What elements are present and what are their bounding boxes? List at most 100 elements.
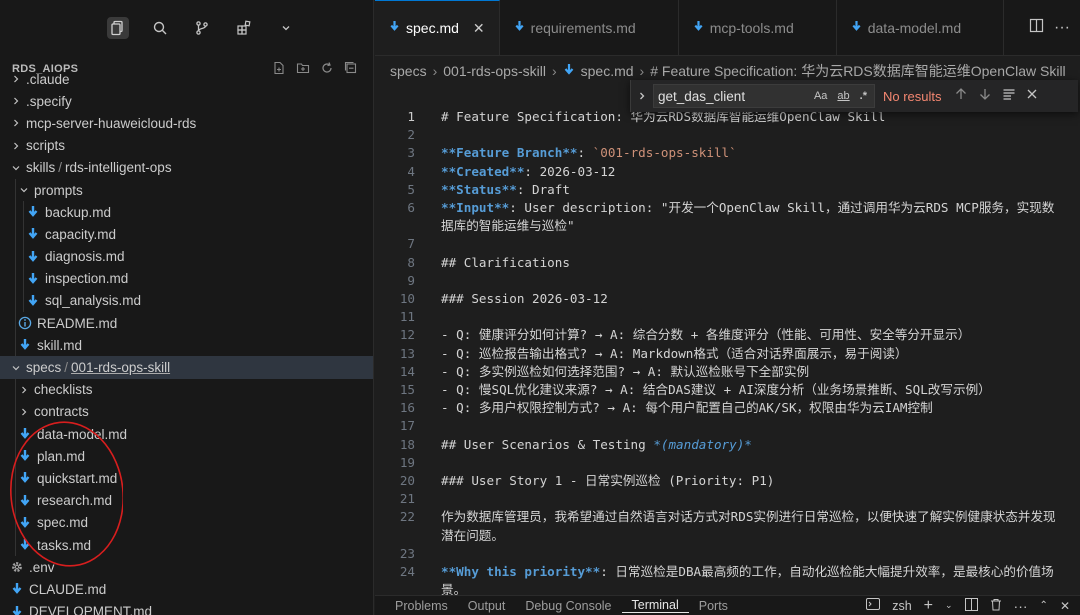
trash-icon[interactable] <box>990 598 1002 614</box>
more-actions-icon[interactable]: ··· <box>1014 599 1028 613</box>
split-terminal-icon[interactable] <box>964 597 978 614</box>
tree-item-label: data-model.md <box>37 426 128 442</box>
tree-item-label: sql_analysis.md <box>45 293 142 309</box>
tree-file-development-md[interactable]: DEVELOPMENT.md <box>0 601 373 615</box>
more-actions-icon[interactable]: ··· <box>1054 19 1070 36</box>
arrow-up-icon[interactable] <box>954 87 968 106</box>
tree-folder-scripts[interactable]: scripts <box>0 135 373 157</box>
markdown-file-icon <box>18 494 32 508</box>
split-editor-icon[interactable] <box>1029 18 1044 38</box>
indent-guide <box>15 289 16 313</box>
tree-file-readme-md[interactable]: README.md <box>0 312 373 335</box>
find-input-box: Aa ab .* <box>653 84 875 108</box>
line-content: ## User Scenarios & Testing *(mandatory)… <box>441 436 1056 454</box>
line-content: - Q: 健康评分如何计算? → A: 综合分数 + 各维度评分（性能、可用性、… <box>441 327 971 343</box>
code-line: 15 - Q: 慢SQL优化建议来源? → A: 结合DAS建议 + AI深度分析… <box>375 381 1080 399</box>
code-editor[interactable]: 1 # Feature Specification: 华为云RDS数据库智能运维O… <box>375 108 1080 599</box>
breadcrumb-item-symbol[interactable]: # Feature Specification: 华为云RDS数据库智能运维Op… <box>650 61 1065 81</box>
panel-tab-output[interactable]: Output <box>458 599 516 613</box>
code-token: **Why this priority** <box>441 564 601 580</box>
tree-folder-prompts[interactable]: prompts <box>0 178 373 202</box>
tree-file-inspection-md[interactable]: inspection.md <box>0 267 373 290</box>
close-icon[interactable]: ✕ <box>473 20 485 37</box>
breadcrumb-item-folder[interactable]: 001-rds-ops-skill <box>443 63 546 79</box>
tree-file-env[interactable]: .env <box>0 556 373 578</box>
tree-item-label: specs <box>26 360 62 376</box>
tree-item-label: diagnosis.md <box>45 249 125 265</box>
indent-guide <box>15 533 16 557</box>
sidebar: RDS_AIOPS .claude .specify mcp-server-huaw… <box>0 0 374 615</box>
tab-label: mcp-tools.md <box>709 19 794 36</box>
line-content: **Status**: Draft <box>441 181 1056 199</box>
code-line: 19 <box>375 454 1080 472</box>
tree-file-skill-md[interactable]: skill.md <box>0 334 373 357</box>
tree-file-research-md[interactable]: research.md <box>0 489 373 512</box>
line-number: 23 <box>399 545 415 561</box>
line-number: 14 <box>399 363 415 379</box>
chevron-down-icon[interactable]: ⌄ <box>945 600 953 611</box>
tree-file-quickstart-md[interactable]: quickstart.md <box>0 467 373 490</box>
tree-item-label: .env <box>29 559 55 575</box>
tree-file-sql-analysis-md[interactable]: sql_analysis.md <box>0 289 373 313</box>
panel-tab-ports[interactable]: Ports <box>689 599 738 613</box>
chevron-right-icon: › <box>639 63 645 79</box>
tab-requirements[interactable]: requirements.md <box>500 0 679 55</box>
tree-folder-mcp-server-huaweicloud-rds[interactable]: mcp-server-huaweicloud-rds <box>0 112 373 134</box>
search-icon[interactable] <box>149 17 171 39</box>
tree-item-label: CLAUDE.md <box>29 581 107 597</box>
breadcrumb-item-file[interactable]: spec.md <box>581 63 634 79</box>
chevron-right-icon: › <box>551 63 557 79</box>
indent-guide <box>15 467 16 490</box>
toggle-replace-icon[interactable] <box>631 91 653 101</box>
regex-toggle[interactable]: .* <box>857 89 870 103</box>
tree-file-diagnosis-md[interactable]: diagnosis.md <box>0 245 373 268</box>
markdown-file-icon <box>18 427 32 441</box>
tree-folder-claude[interactable]: .claude <box>0 68 373 90</box>
tree-item-label: plan.md <box>37 448 86 464</box>
add-terminal-icon[interactable]: + <box>924 597 933 614</box>
tree-folder-skills-rds-intelligent-ops[interactable]: skills / rds-intelligent-ops <box>0 157 373 179</box>
close-icon[interactable] <box>1026 87 1038 106</box>
chevron-down-icon[interactable] <box>275 17 297 39</box>
code-token: : Draft <box>516 181 570 197</box>
source-control-icon[interactable] <box>191 17 213 39</box>
panel-tab-problems[interactable]: Problems <box>385 599 458 613</box>
code-token: : <box>577 145 593 161</box>
explorer-icon[interactable] <box>106 17 129 39</box>
line-content: ### Session 2026-03-12 <box>441 291 608 307</box>
find-result-count: No results <box>883 88 942 104</box>
tree-file-data-model-md[interactable]: data-model.md <box>0 423 373 446</box>
tree-folder-contracts[interactable]: contracts <box>0 400 373 423</box>
tree-file-claude-md[interactable]: CLAUDE.md <box>0 578 373 600</box>
tree-folder-specify[interactable]: .specify <box>0 90 373 112</box>
tree-file-spec-md[interactable]: spec.md <box>0 511 373 534</box>
arrow-down-icon[interactable] <box>978 87 992 106</box>
breadcrumb-item-specs[interactable]: specs <box>390 63 427 79</box>
tree-folder-specs-001-rds-ops-skill[interactable]: specs/001-rds-ops-skill <box>0 356 373 379</box>
line-number: 7 <box>407 236 415 252</box>
tree-file-plan-md[interactable]: plan.md <box>0 445 373 468</box>
panel-tab-debug-console[interactable]: Debug Console <box>515 599 621 613</box>
match-whole-word-toggle[interactable]: ab <box>834 89 852 103</box>
line-content: 作为数据库管理员，我希望通过自然语言对话方式对RDS实例进行日常巡检，以便快速了… <box>441 509 1056 543</box>
line-number: 13 <box>399 345 415 361</box>
match-case-toggle[interactable]: Aa <box>811 89 830 103</box>
terminal-shell-label[interactable]: zsh <box>892 599 911 613</box>
tab-data-model[interactable]: data-model.md <box>837 0 1005 55</box>
indent-guide <box>23 223 24 246</box>
tree-file-tasks-md[interactable]: tasks.md <box>0 533 373 557</box>
panel-tab-terminal[interactable]: Terminal <box>621 598 689 613</box>
extensions-icon[interactable] <box>233 17 255 39</box>
maximize-panel-icon[interactable]: ⌃ <box>1040 600 1048 611</box>
tree-folder-checklists[interactable]: checklists <box>0 378 373 401</box>
tab-spec[interactable]: spec.md ✕ <box>375 0 500 55</box>
line-number: 4 <box>407 163 415 179</box>
tree-file-capacity-md[interactable]: capacity.md <box>0 223 373 246</box>
tab-mcp-tools[interactable]: mcp-tools.md <box>679 0 837 55</box>
tree-file-backup-md[interactable]: backup.md <box>0 201 373 224</box>
indent-guide <box>15 445 16 468</box>
find-input[interactable] <box>658 88 808 104</box>
find-in-selection-icon[interactable] <box>1002 87 1016 106</box>
close-icon[interactable]: ✕ <box>1060 599 1070 613</box>
line-number: 18 <box>399 436 415 452</box>
